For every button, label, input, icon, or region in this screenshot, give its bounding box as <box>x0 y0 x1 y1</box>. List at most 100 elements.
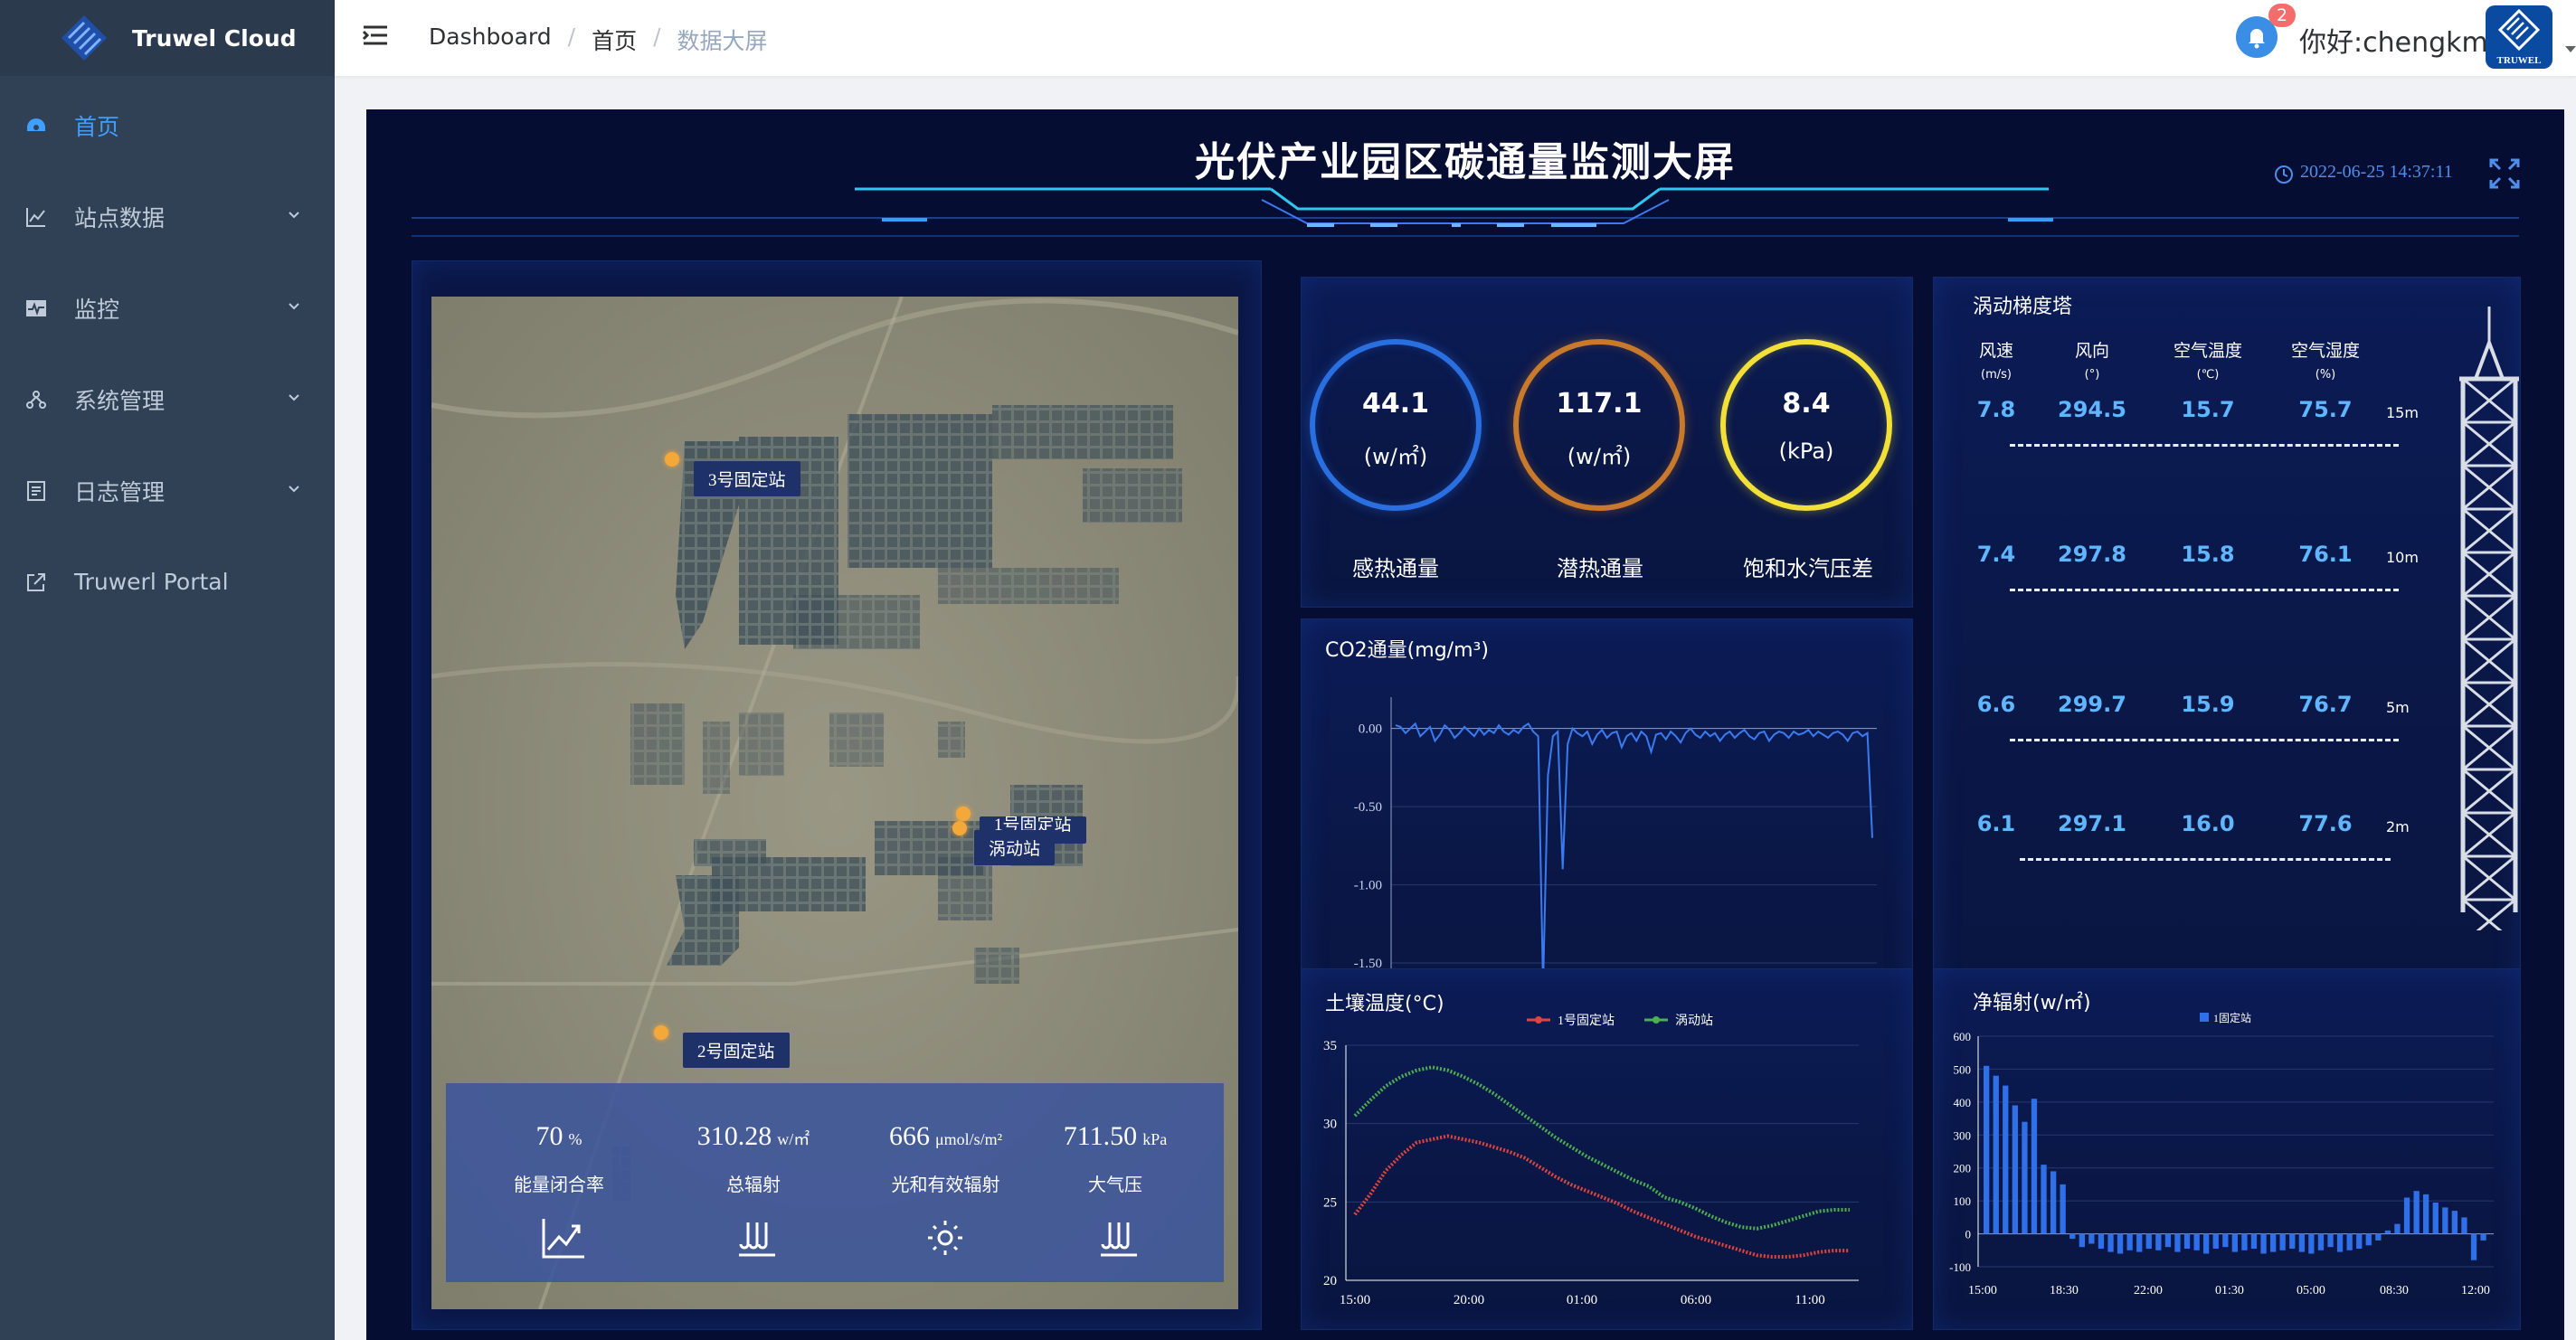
rad-bar <box>2136 1233 2143 1252</box>
rad-bar <box>2079 1233 2085 1248</box>
sidebar-item-label: 日志管理 <box>74 478 166 505</box>
gauge-latent-heat: 117.1 (w/㎡) <box>1513 339 1685 511</box>
site-label-eddy[interactable]: 涡动站 <box>974 830 1056 865</box>
soil-x-tick: 20:00 <box>1454 1293 1484 1307</box>
avatar[interactable]: TRUWEL <box>2486 5 2552 69</box>
stat-unit: kPa <box>1142 1130 1168 1148</box>
rad-bar <box>2031 1099 2038 1234</box>
site-label-site3[interactable]: 3号固定站 <box>694 461 800 496</box>
rad-bar <box>2346 1233 2353 1250</box>
map-pin-site1[interactable] <box>956 807 971 821</box>
rad-bar <box>2088 1233 2095 1244</box>
rad-bar <box>2117 1233 2124 1254</box>
user-greeting[interactable]: 你好:chengkm <box>2299 20 2488 60</box>
map-pin-site2[interactable] <box>654 1025 668 1040</box>
stat-unit: w/㎡ <box>777 1130 810 1148</box>
rad-bar <box>2098 1233 2105 1249</box>
rad-bar <box>2308 1233 2315 1254</box>
soil-x-tick: 06:00 <box>1681 1293 1711 1307</box>
notification-badge: 2 <box>2268 4 2296 27</box>
radiation-chart: 600 500 400 300 200 100 0 -100 15:00 18:30 22:00 01… <box>1949 1011 2494 1298</box>
tower-title: 涡动梯度塔 <box>1973 296 2073 318</box>
soil-legend-dot <box>1535 1016 1542 1024</box>
dashboard-icon <box>27 118 45 131</box>
rad-bar <box>2327 1233 2334 1248</box>
trend-icon <box>542 1219 584 1259</box>
rad-bar <box>2365 1233 2372 1246</box>
clock-icon <box>2275 165 2293 184</box>
rad-bar <box>2298 1233 2305 1252</box>
rad-bar <box>2394 1223 2401 1234</box>
rad-y-tick: -100 <box>1949 1260 1971 1274</box>
tower-header-unit: (%) <box>2315 368 2336 382</box>
stat-value: 666 <box>888 1121 930 1151</box>
map-pin-site3[interactable] <box>665 452 679 467</box>
rad-y-tick: 100 <box>1954 1194 1972 1208</box>
breadcrumb-separator: / <box>567 24 576 50</box>
tower-value: 294.5 <box>2058 397 2126 422</box>
rad-bar <box>2413 1191 2420 1234</box>
rad-bar <box>2279 1233 2286 1250</box>
sidebar-item-home[interactable]: 首页 <box>0 80 335 171</box>
satellite-map[interactable]: 3号固定站 1号固定站 涡动站 2号固定站 70% 能量闭合率 310.28 w/… <box>431 297 1238 1309</box>
rad-bar <box>2384 1230 2391 1234</box>
tower-value: 76.1 <box>2298 542 2353 567</box>
site-label-site2[interactable]: 2号固定站 <box>683 1033 790 1068</box>
map-pin-eddy[interactable] <box>952 821 967 835</box>
rad-x-tick: 05:00 <box>2297 1284 2325 1298</box>
chevron-down-icon <box>289 303 299 310</box>
sidebar-item-system[interactable]: 系统管理 <box>0 354 335 445</box>
rad-bar <box>2432 1203 2439 1234</box>
rad-y-tick: 0 <box>1965 1228 1972 1241</box>
soil-y-tick: 35 <box>1323 1039 1337 1053</box>
tower-illustration <box>2459 307 2519 930</box>
sidebar-item-portal[interactable]: Truwerl Portal <box>0 536 335 628</box>
sidebar-item-label: 首页 <box>74 113 120 140</box>
soil-y-tick: 30 <box>1323 1118 1337 1132</box>
rad-bar <box>2107 1233 2114 1252</box>
breadcrumb-dashboard[interactable]: Dashboard <box>429 24 552 56</box>
sidebar-item-site-data[interactable]: 站点数据 <box>0 171 335 262</box>
tower-panel <box>1933 277 2521 1060</box>
data-screen: 光伏产业园区碳通量监测大屏 2022-06-25 14:37:11 3号固定站 … <box>366 109 2564 1340</box>
rad-bar <box>2403 1197 2410 1234</box>
tower-header-unit: (°) <box>2084 368 2100 382</box>
chevron-down-icon <box>289 394 299 401</box>
breadcrumb: Dashboard / 首页 / 数据大屏 <box>429 24 768 56</box>
caret-down-icon[interactable] <box>2564 45 2576 54</box>
soil-x-tick: 11:00 <box>1795 1293 1825 1307</box>
pressure-icon <box>1101 1222 1137 1257</box>
co2-title: CO2通量(mg/m³) <box>1325 639 1489 662</box>
tower-header: 空气温度 <box>2173 341 2242 361</box>
sidebar-item-logs[interactable]: 日志管理 <box>0 445 335 536</box>
rad-bar <box>2003 1085 2009 1234</box>
tower-value: 7.4 <box>1976 542 2016 567</box>
breadcrumb-home[interactable]: 首页 <box>592 24 637 56</box>
tree-icon <box>26 390 46 409</box>
fullscreen-icon[interactable] <box>2489 158 2520 189</box>
tower-row-divider <box>2010 739 2399 741</box>
co2-series-line <box>1395 722 1873 987</box>
tower-value: 6.6 <box>1976 692 2016 717</box>
soil-x-tick: 15:00 <box>1340 1293 1370 1307</box>
gauge-value: 8.4 <box>1782 388 1831 420</box>
soil-series-line <box>1353 1134 1850 1259</box>
sidebar-item-monitor[interactable]: 监控 <box>0 262 335 354</box>
rad-bar <box>2212 1233 2219 1249</box>
tower-value: 297.8 <box>2058 542 2126 567</box>
soil-legend-label: 涡动站 <box>1675 1014 1713 1028</box>
tower-row-divider <box>2020 858 2391 861</box>
logo-row[interactable]: Truwel Cloud <box>0 0 335 76</box>
external-link-icon <box>27 572 45 591</box>
rad-bar <box>2356 1233 2363 1249</box>
tower-brace <box>2462 898 2503 930</box>
stat-value: 711.50 <box>1063 1121 1138 1151</box>
stat-value: 310.28 <box>696 1121 772 1151</box>
hamburger-menu-icon[interactable] <box>362 24 391 51</box>
tower-value: 299.7 <box>2058 692 2126 717</box>
rad-bar <box>2164 1233 2172 1248</box>
monitor-icon <box>26 299 46 316</box>
sidebar-item-label: Truwerl Portal <box>74 569 229 595</box>
breadcrumb-current: 数据大屏 <box>677 28 768 54</box>
rad-y-tick: 300 <box>1954 1128 1972 1142</box>
